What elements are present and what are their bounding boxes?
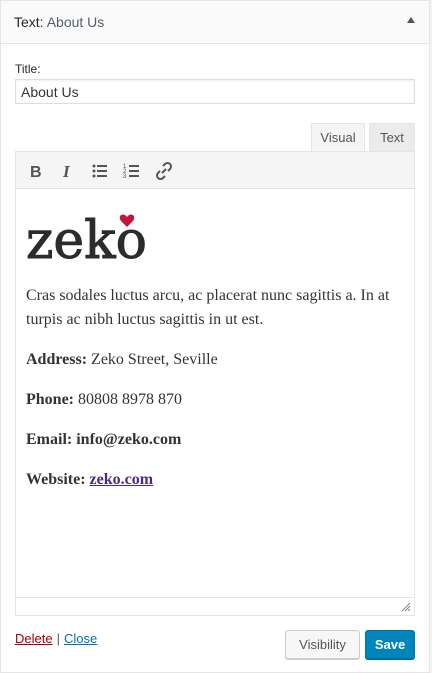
rich-text-editor: B I 1 2 3 zeko Cras sodales luctus arcu,… [15, 151, 415, 616]
widget-control-actions: Delete | Close [15, 631, 97, 646]
address-value: Zeko Street, Seville [87, 351, 218, 368]
delete-link[interactable]: Delete [15, 631, 53, 646]
website-label: Website: [26, 471, 86, 488]
title-input[interactable] [15, 79, 415, 104]
collapse-arrow-icon[interactable] [407, 17, 415, 23]
svg-text:I: I [62, 162, 71, 181]
actions-separator: | [56, 631, 60, 646]
numbered-list-icon[interactable]: 1 2 3 [120, 159, 144, 183]
phone-line: Phone: 80808 8978 870 [26, 388, 404, 412]
svg-text:B: B [30, 164, 42, 181]
email-value: info@zeko.com [72, 431, 182, 448]
website-line: Website: zeko.com [26, 468, 404, 492]
address-label: Address: [26, 351, 88, 368]
zeko-logo: zeko [26, 211, 148, 267]
italic-icon[interactable]: I [56, 159, 80, 183]
widget-header[interactable]: Text: About Us [1, 1, 429, 44]
save-button[interactable]: Save [365, 630, 415, 659]
logo-text: zeko [26, 211, 147, 266]
widget-title: Text: About Us [14, 14, 104, 30]
bulleted-list-icon[interactable] [88, 159, 112, 183]
tab-visual[interactable]: Visual [311, 123, 365, 152]
widget-title-name: About Us [46, 14, 105, 30]
text-widget: Text: About Us Title: Visual Text B I [0, 0, 430, 673]
svg-text:3: 3 [123, 174, 127, 180]
visibility-button[interactable]: Visibility [285, 630, 360, 659]
title-label: Title: [15, 62, 41, 76]
bold-icon[interactable]: B [24, 159, 48, 183]
email-line: Email: info@zeko.com [26, 428, 404, 452]
email-label: Email: [26, 431, 73, 448]
editor-statusbar [16, 597, 414, 615]
website-link[interactable]: zeko.com [90, 471, 154, 488]
intro-paragraph: Cras sodales luctus arcu, ac placerat nu… [26, 287, 390, 328]
phone-value: 80808 8978 870 [74, 391, 182, 408]
editor-content[interactable]: zeko Cras sodales luctus arcu, ac placer… [26, 204, 404, 508]
address-line: Address: Zeko Street, Seville [26, 348, 404, 372]
tab-text[interactable]: Text [369, 123, 415, 152]
widget-title-prefix: Text: [14, 14, 44, 30]
link-icon[interactable] [152, 159, 176, 183]
editor-toolbar: B I 1 2 3 [16, 152, 414, 189]
phone-label: Phone: [26, 391, 74, 408]
resize-handle-icon[interactable] [401, 602, 411, 612]
close-link[interactable]: Close [64, 631, 97, 646]
